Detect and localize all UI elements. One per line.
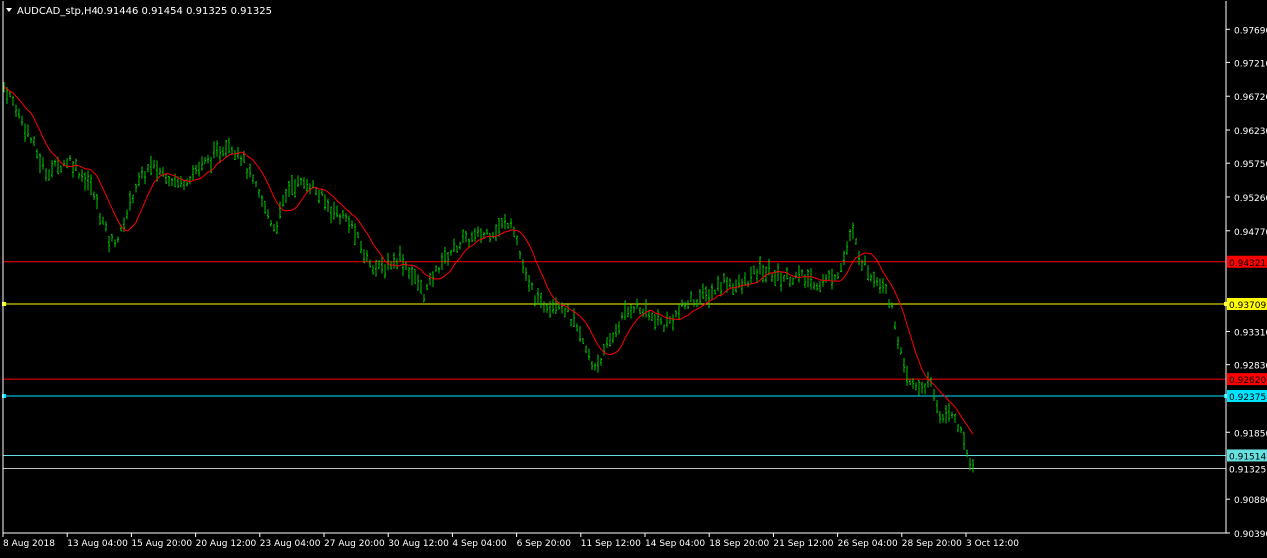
chart-background xyxy=(0,0,1267,554)
y-tick-label: 0.90390 xyxy=(1234,530,1267,540)
symbol-timeframe: AUDCAD_stp,H4 xyxy=(17,6,98,17)
y-tick-label: 0.91850 xyxy=(1234,429,1267,439)
chart-header: AUDCAD_stp,H4 0.91446 0.91454 0.91325 0.… xyxy=(6,6,272,17)
price-chart[interactable]: 0.97690 0.97210 0.96720 0.96230 0.95750 0.952… xyxy=(0,0,1267,554)
y-tick-label: 0.93310 xyxy=(1234,329,1267,339)
x-tick-label: 13 Aug 04:00 xyxy=(67,539,128,549)
x-tick-label: 8 Aug 2018 xyxy=(3,539,55,549)
x-tick-label: 20 Aug 12:00 xyxy=(196,539,257,549)
level-price-label: 0.92375 xyxy=(1229,393,1266,403)
y-tick-label: 0.96720 xyxy=(1234,93,1267,103)
ohlc-values: 0.91446 0.91454 0.91325 0.91325 xyxy=(97,6,272,17)
level-price-label: 0.91514 xyxy=(1229,452,1266,462)
y-tick-label: 0.97210 xyxy=(1234,59,1267,69)
x-tick-label: 4 Sep 04:00 xyxy=(452,539,507,549)
level-price-label: 0.94321 xyxy=(1229,259,1266,269)
x-tick-label: 6 Sep 20:00 xyxy=(517,539,572,549)
y-tick-label: 0.95750 xyxy=(1234,160,1267,170)
x-tick-label: 18 Sep 20:00 xyxy=(709,539,769,549)
x-tick-label: 21 Sep 12:00 xyxy=(773,539,833,549)
x-tick-label: 11 Sep 12:00 xyxy=(581,539,641,549)
y-tick-label: 0.94770 xyxy=(1234,228,1267,238)
y-tick-label: 0.95260 xyxy=(1234,194,1267,204)
x-tick-label: 26 Sep 04:00 xyxy=(838,539,898,549)
x-tick-label: 15 Aug 20:00 xyxy=(131,539,192,549)
level-price-label: 0.91325 xyxy=(1229,465,1266,475)
level-price-label: 0.93709 xyxy=(1229,301,1266,311)
x-tick-label: 3 Oct 12:00 xyxy=(966,539,1019,549)
level-price-label: 0.92620 xyxy=(1229,376,1266,386)
x-tick-label: 28 Sep 20:00 xyxy=(902,539,962,549)
y-tick-label: 0.90880 xyxy=(1234,496,1267,506)
chart-window[interactable]: 0.97690 0.97210 0.96720 0.96230 0.95750 0.952… xyxy=(0,0,1267,554)
x-tick-label: 23 Aug 04:00 xyxy=(260,539,321,549)
y-tick-label: 0.96230 xyxy=(1234,127,1267,137)
x-tick-label: 27 Aug 20:00 xyxy=(324,539,385,549)
y-tick-label: 0.92830 xyxy=(1234,362,1267,372)
y-tick-label: 0.97690 xyxy=(1234,26,1267,36)
x-tick-label: 30 Aug 12:00 xyxy=(388,539,449,549)
x-tick-label: 14 Sep 04:00 xyxy=(645,539,705,549)
